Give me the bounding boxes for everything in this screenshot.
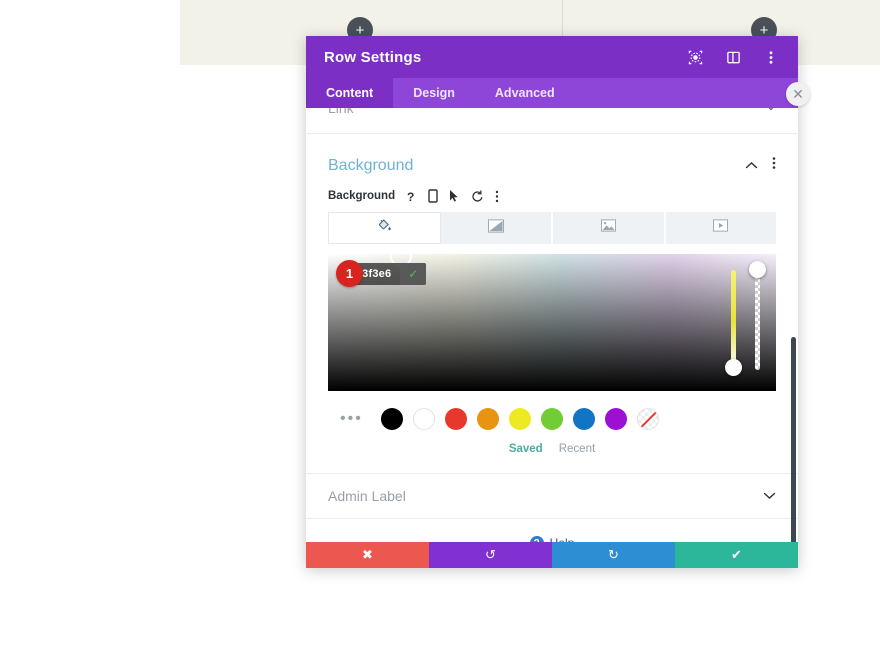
section-background-header: Background	[328, 156, 776, 175]
color-sliders	[725, 261, 766, 376]
section-background: Background Background ? 1 #f3f3e6 ✓ ••• …	[306, 134, 798, 473]
chevron-down-icon: ⌄	[766, 108, 776, 113]
close-icon: ✖	[362, 547, 373, 562]
screen: + + ✕ Row Settings Content Design Advanc…	[0, 0, 880, 665]
help-label: Help	[550, 536, 575, 542]
modal-header-actions	[686, 48, 780, 66]
close-modal-button[interactable]: ✕	[786, 82, 810, 106]
alpha-slider[interactable]	[749, 261, 766, 370]
background-field-label-row: Background ?	[328, 189, 776, 203]
paint-bucket-icon	[377, 218, 392, 238]
video-icon	[713, 219, 729, 237]
confirm-color-button[interactable]: ✓	[400, 263, 427, 285]
section-background-title: Background	[328, 156, 414, 174]
image-icon	[600, 219, 616, 237]
gradient-icon	[487, 218, 504, 238]
cancel-button[interactable]: ✖	[306, 542, 429, 568]
background-type-tabs	[328, 212, 776, 244]
section-link[interactable]: Link ⌄	[306, 108, 798, 134]
modal-body: Link ⌄ Background	[306, 108, 798, 542]
chevron-down-icon	[763, 489, 776, 503]
background-image-tab[interactable]	[553, 212, 666, 244]
check-icon: ✔	[731, 547, 742, 562]
swatch-purple[interactable]	[604, 408, 627, 430]
hover-cursor-icon[interactable]	[449, 189, 460, 203]
swatch-black[interactable]	[380, 408, 403, 430]
hue-slider-handle[interactable]	[725, 359, 742, 376]
save-button[interactable]: ✔	[675, 542, 798, 568]
tab-label: Design	[413, 86, 455, 100]
background-video-tab[interactable]	[665, 212, 776, 244]
undo-icon: ↺	[485, 547, 496, 562]
vertical-scrollbar[interactable]	[791, 337, 796, 542]
row-settings-modal: ✕ Row Settings Content Design Advanced L…	[306, 36, 810, 568]
swatch-transparent[interactable]	[636, 408, 659, 430]
page-title: Row Settings	[324, 48, 422, 66]
step-badge-number: 1	[345, 266, 354, 281]
tab-content[interactable]: Content	[306, 78, 394, 108]
step-badge-1: 1	[336, 260, 363, 287]
help-row[interactable]: ? Help	[306, 519, 798, 542]
swatch-green[interactable]	[540, 408, 563, 430]
palette-tabs: Saved Recent	[328, 443, 776, 473]
background-field-label: Background	[328, 190, 396, 202]
svg-text:?: ?	[407, 190, 414, 203]
target-icon[interactable]	[686, 48, 704, 66]
swatch-red[interactable]	[444, 408, 467, 430]
section-admin-label-text: Admin Label	[328, 488, 406, 504]
hue-slider[interactable]	[725, 270, 742, 376]
swatch-orange[interactable]	[476, 408, 499, 430]
check-icon: ✓	[408, 267, 419, 281]
alpha-slider-track	[755, 270, 760, 370]
color-swatches: •••	[328, 404, 776, 430]
chevron-up-icon[interactable]	[745, 157, 758, 175]
hue-slider-track	[731, 270, 736, 370]
responsive-mobile-icon[interactable]	[428, 189, 438, 203]
tab-design[interactable]: Design	[393, 78, 475, 108]
more-vertical-icon[interactable]	[495, 190, 499, 203]
tab-advanced[interactable]: Advanced	[475, 78, 575, 108]
help-icon: ?	[529, 536, 544, 542]
section-link-label: Link	[328, 108, 354, 116]
tab-label: Content	[326, 86, 374, 100]
more-vertical-icon[interactable]	[762, 48, 780, 66]
redo-icon: ↻	[608, 547, 619, 562]
alpha-slider-handle[interactable]	[749, 261, 766, 278]
swatch-white[interactable]	[412, 408, 435, 430]
help-icon[interactable]: ?	[406, 190, 417, 203]
swatch-yellow[interactable]	[508, 408, 531, 430]
more-vertical-icon[interactable]	[772, 156, 776, 175]
background-color-tab[interactable]	[328, 212, 441, 244]
reset-icon[interactable]	[471, 189, 484, 203]
modal-tabs: Content Design Advanced	[306, 78, 798, 108]
tab-label: Advanced	[494, 86, 555, 100]
layout-panel-icon[interactable]	[724, 48, 742, 66]
background-gradient-tab[interactable]	[440, 212, 553, 244]
palette-tab-recent[interactable]: Recent	[559, 443, 595, 455]
palette-tab-saved[interactable]: Saved	[509, 443, 543, 455]
swatch-more-button[interactable]: •••	[340, 410, 363, 428]
color-picker-area[interactable]: 1 #f3f3e6 ✓	[328, 245, 776, 391]
modal-header: Row Settings	[306, 36, 798, 78]
undo-button[interactable]: ↺	[429, 542, 552, 568]
redo-button[interactable]: ↻	[552, 542, 675, 568]
section-admin-label[interactable]: Admin Label	[306, 473, 798, 519]
modal-footer: ✖ ↺ ↻ ✔	[306, 542, 798, 568]
close-icon: ✕	[792, 86, 804, 102]
swatch-blue[interactable]	[572, 408, 595, 430]
